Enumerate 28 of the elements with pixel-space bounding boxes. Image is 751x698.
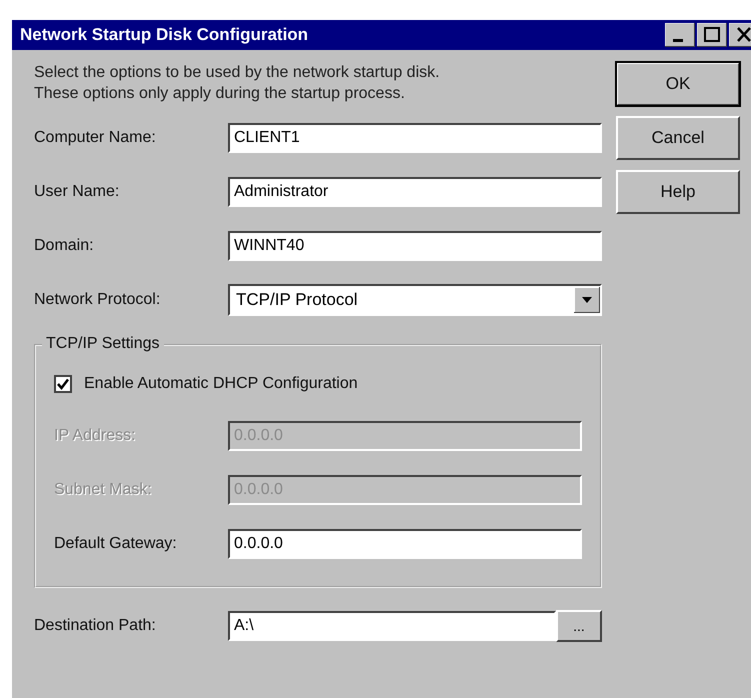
field-label: Default Gateway: — [54, 535, 178, 553]
field-label: Computer Name: — [34, 129, 157, 147]
dialog-button[interactable]: OK — [616, 62, 740, 106]
minimize-button[interactable] — [665, 23, 695, 47]
text-field[interactable]: 0.0.0.0 — [228, 529, 582, 559]
description-text: These options only apply during the startup process. — [34, 84, 406, 104]
field-label: Domain: — [34, 237, 95, 255]
group-title: TCP/IP Settings — [42, 335, 164, 353]
checkbox[interactable] — [54, 375, 72, 393]
text-field[interactable]: CLIENT1 — [228, 123, 602, 153]
protocol-dropdown[interactable]: TCP/IP Protocol — [228, 284, 602, 316]
field-label: Subnet Mask: — [54, 481, 153, 499]
maximize-button[interactable] — [697, 23, 727, 47]
path-field[interactable]: A:\ — [228, 611, 556, 641]
field-label: Destination Path: — [34, 617, 157, 635]
text-field[interactable]: WINNT40 — [228, 231, 602, 261]
field-label: User Name: — [34, 183, 120, 201]
dialog-button[interactable]: Cancel — [616, 116, 740, 160]
browse-button[interactable]: ... — [556, 610, 602, 642]
description-text: Select the options to be used by the network startup disk. — [34, 63, 441, 83]
checkbox-label: Enable Automatic DHCP Configuration — [84, 375, 358, 393]
close-button[interactable] — [729, 23, 751, 47]
field-label: IP Address: — [54, 427, 137, 445]
text-field[interactable]: Administrator — [228, 177, 602, 207]
dialog-button[interactable]: Help — [616, 170, 740, 214]
dropdown-arrow-icon[interactable] — [574, 287, 600, 313]
field-label: Network Protocol: — [34, 291, 162, 309]
window-title: Network Startup Disk Configuration — [20, 25, 308, 45]
